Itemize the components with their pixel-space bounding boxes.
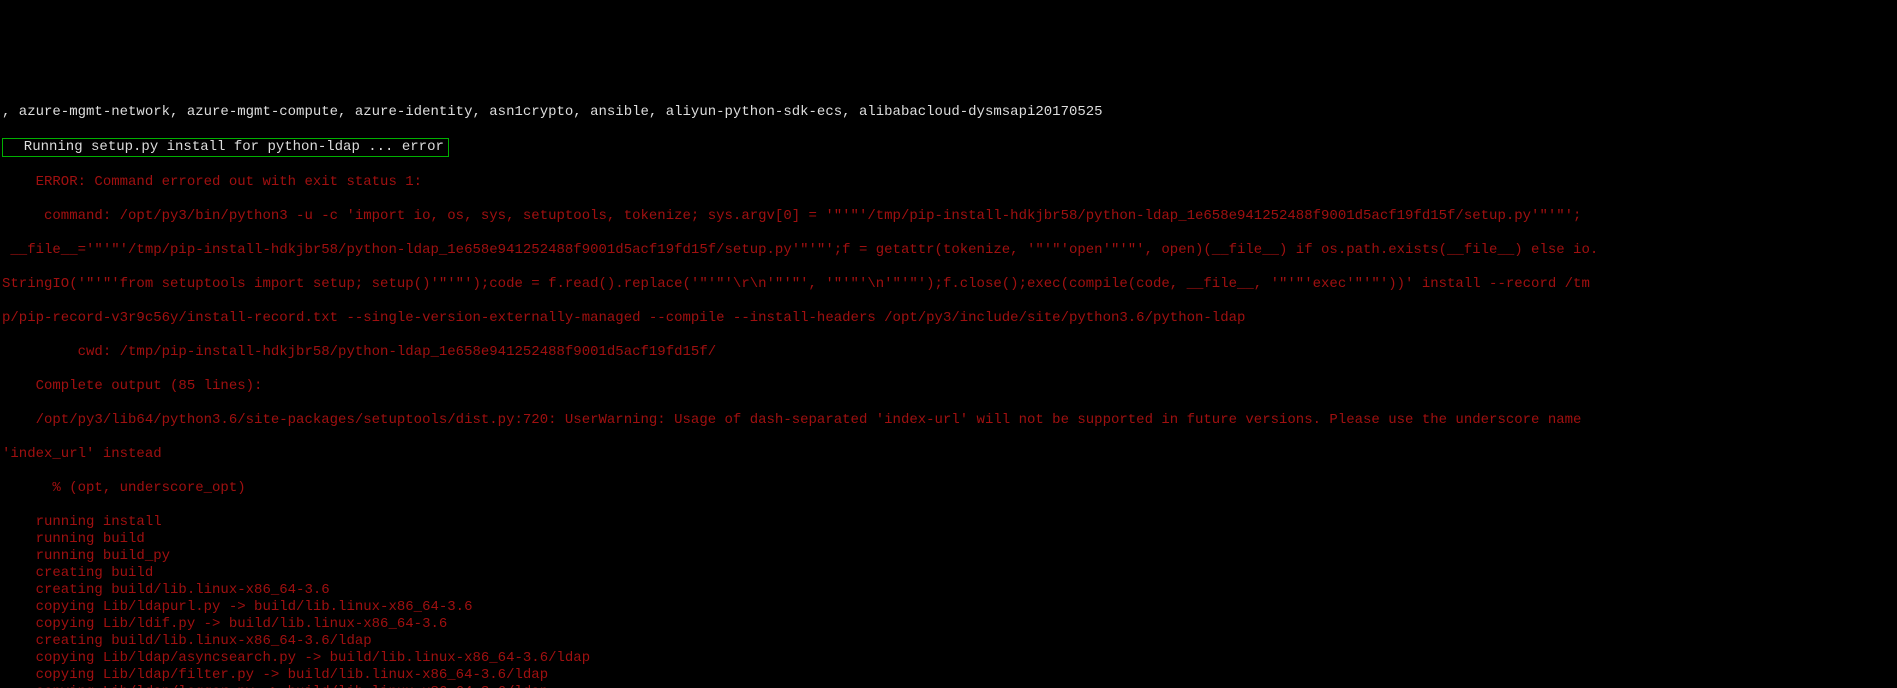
build-line: running install: [2, 514, 1895, 531]
build-line: copying Lib/ldapurl.py -> build/lib.linu…: [2, 599, 1895, 616]
highlight-box: Running setup.py install for python-ldap…: [2, 138, 449, 157]
build-line: creating build/lib.linux-x86_64-3.6/ldap: [2, 633, 1895, 650]
build-line: creating build/lib.linux-x86_64-3.6: [2, 582, 1895, 599]
terminal-output[interactable]: , azure-mgmt-network, azure-mgmt-compute…: [0, 85, 1897, 688]
build-line: running build: [2, 531, 1895, 548]
build-line: creating build: [2, 565, 1895, 582]
build-line: copying Lib/ldap/filter.py -> build/lib.…: [2, 667, 1895, 684]
error-line: cwd: /tmp/pip-install-hdkjbr58/python-ld…: [2, 344, 1895, 361]
build-line: running build_py: [2, 548, 1895, 565]
build-line: copying Lib/ldif.py -> build/lib.linux-x…: [2, 616, 1895, 633]
setup-error-line: Running setup.py install for python-ldap…: [2, 138, 1895, 157]
error-line: p/pip-record-v3r9c56y/install-record.txt…: [2, 310, 1895, 327]
error-line: % (opt, underscore_opt): [2, 480, 1895, 497]
error-line: 'index_url' instead: [2, 446, 1895, 463]
error-line: __file__='"'"'/tmp/pip-install-hdkjbr58/…: [2, 242, 1895, 259]
error-line: command: /opt/py3/bin/python3 -u -c 'imp…: [2, 208, 1895, 225]
build-line: copying Lib/ldap/asyncsearch.py -> build…: [2, 650, 1895, 667]
package-list-line: , azure-mgmt-network, azure-mgmt-compute…: [2, 104, 1895, 121]
error-line: StringIO('"'"'from setuptools import set…: [2, 276, 1895, 293]
error-line: ERROR: Command errored out with exit sta…: [2, 174, 1895, 191]
error-line: Complete output (85 lines):: [2, 378, 1895, 395]
build-line: copying Lib/ldap/logger.py -> build/lib.…: [2, 684, 1895, 688]
error-line: /opt/py3/lib64/python3.6/site-packages/s…: [2, 412, 1895, 429]
